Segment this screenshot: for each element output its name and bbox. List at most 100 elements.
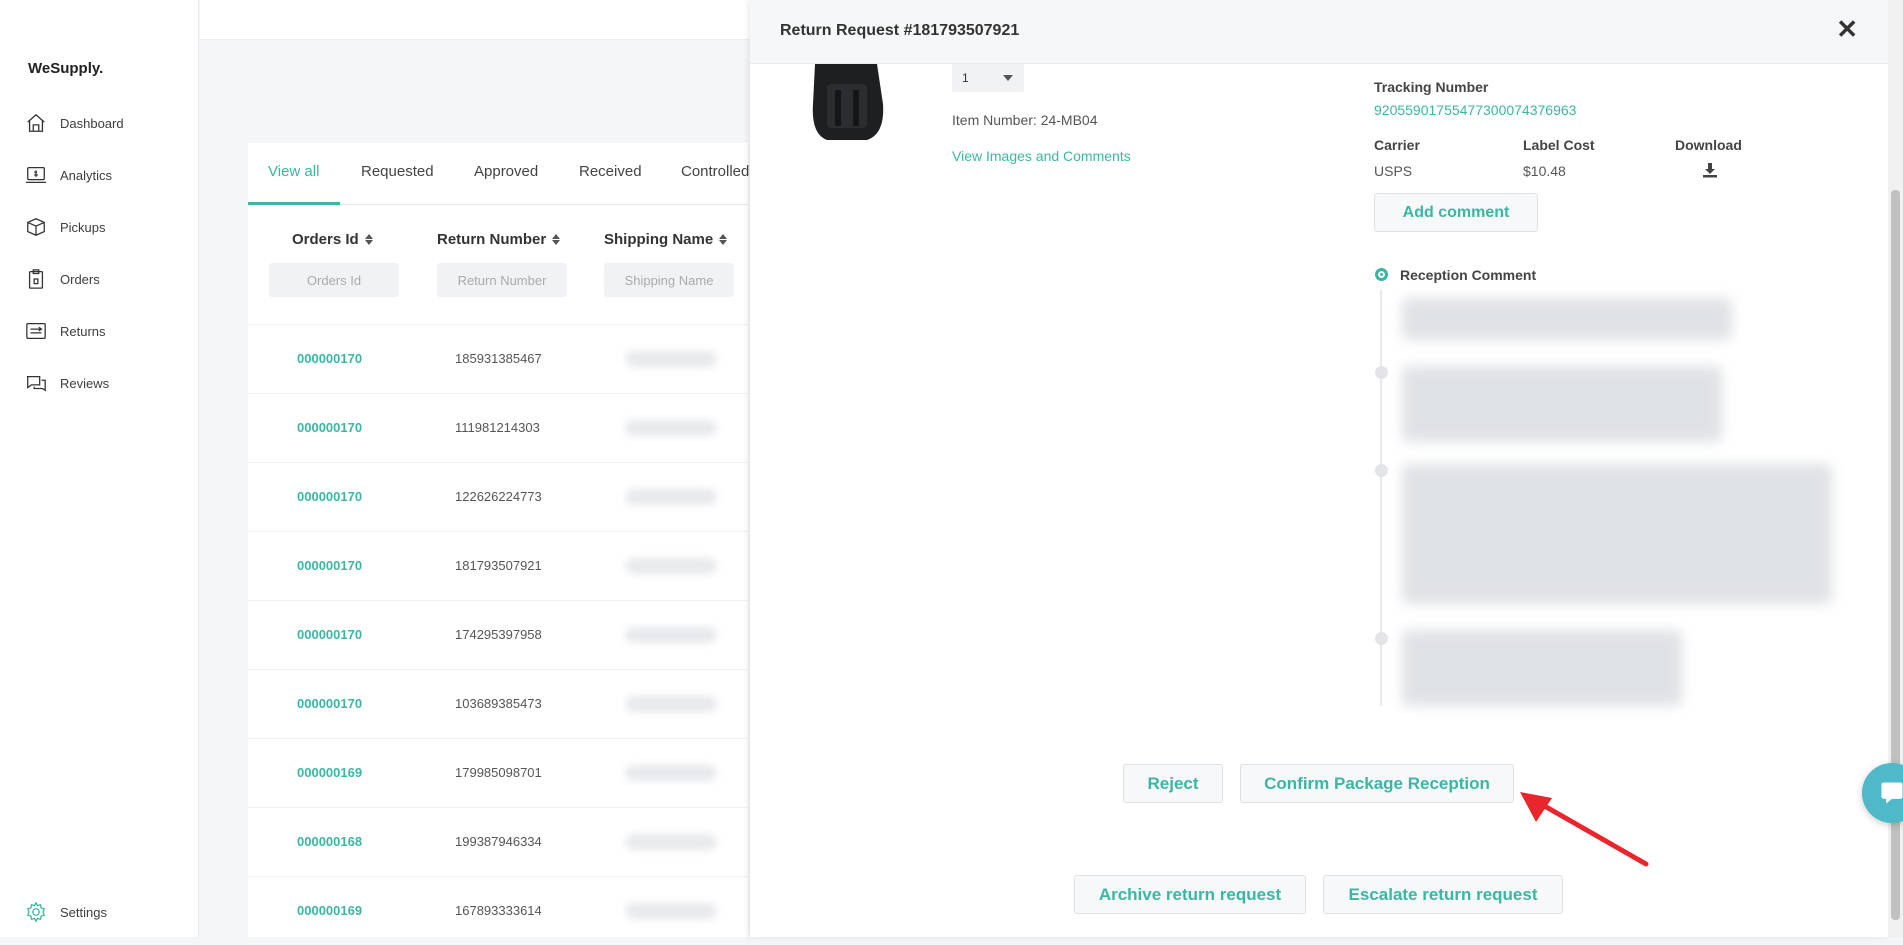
sidebar-item-label: Settings — [60, 904, 107, 920]
quantity-select[interactable]: 1 — [952, 64, 1024, 92]
redacted-shipping-name — [626, 834, 716, 850]
table-row[interactable]: 000000169 167893333614 — [248, 876, 748, 945]
timeline-dot-active — [1375, 268, 1388, 281]
add-comment-button[interactable]: Add comment — [1374, 193, 1538, 232]
table-row[interactable]: 000000168 199387946334 — [248, 807, 748, 876]
sidebar-item-label: Analytics — [60, 167, 113, 183]
redacted-shipping-name — [626, 627, 716, 643]
return-number-filter[interactable] — [437, 263, 567, 297]
tab-bar: View all Requested Approved Received Con… — [248, 143, 749, 205]
column-header-shipping-name[interactable]: Shipping Name — [604, 231, 728, 248]
table-row[interactable]: 000000169 179985098701 — [248, 738, 748, 807]
sidebar-item-label: Returns — [60, 323, 106, 339]
reject-button[interactable]: Reject — [1123, 764, 1223, 803]
table-row[interactable]: 000000170 174295397958 — [248, 600, 748, 669]
escalate-return-request-button[interactable]: Escalate return request — [1323, 875, 1563, 914]
redacted-shipping-name — [626, 696, 716, 712]
download-icon[interactable] — [1702, 162, 1718, 178]
redacted-shipping-name — [626, 765, 716, 781]
carrier-label: Carrier — [1374, 137, 1420, 153]
column-header-return-number[interactable]: Return Number — [437, 231, 561, 248]
returns-icon — [24, 319, 48, 343]
column-header-orders-id[interactable]: Orders Id — [292, 231, 373, 248]
archive-return-request-button[interactable]: Archive return request — [1074, 875, 1306, 914]
sidebar-item-dashboard[interactable]: Dashboard — [24, 110, 124, 136]
panel-title: Return Request #181793507921 — [780, 22, 1020, 39]
top-bar — [200, 0, 760, 40]
sidebar-item-reviews[interactable]: Reviews — [24, 370, 109, 396]
chat-bubble-icon — [1881, 782, 1903, 804]
tab-controlled[interactable]: Controlled — [681, 163, 749, 180]
return-number: 167893333614 — [455, 903, 542, 918]
return-number: 111981214303 — [455, 420, 540, 435]
sort-icon — [552, 234, 561, 245]
sidebar-item-returns[interactable]: Returns — [24, 318, 106, 344]
order-id-link[interactable]: 000000170 — [297, 696, 362, 711]
table-row[interactable]: 000000170 185931385467 — [248, 324, 748, 393]
tracking-number-label: Tracking Number — [1374, 79, 1489, 95]
returns-list: View all Requested Approved Received Con… — [248, 143, 749, 937]
order-id-link[interactable]: 000000170 — [297, 489, 362, 504]
column-header-label: Shipping Name — [604, 231, 714, 248]
sidebar-item-label: Pickups — [60, 219, 106, 235]
tracking-number-link[interactable]: 9205590175547730007437696​3 — [1374, 102, 1576, 118]
analytics-icon — [24, 163, 48, 187]
chevron-down-icon — [1003, 75, 1013, 81]
return-number: 174295397958 — [455, 627, 542, 642]
table-row[interactable]: 000000170 111981214303 — [248, 393, 748, 462]
orders-id-filter[interactable] — [269, 263, 399, 297]
timeline-dot — [1375, 464, 1388, 477]
view-images-link[interactable]: View Images and Comments — [952, 148, 1131, 164]
sidebar-item-label: Orders — [60, 271, 100, 287]
sidebar-item-settings[interactable]: Settings — [24, 899, 107, 925]
redacted-shipping-name — [626, 489, 716, 505]
table-row[interactable]: 000000170 122626224773 — [248, 462, 748, 531]
order-id-link[interactable]: 000000168 — [297, 834, 362, 849]
redacted-shipping-name — [626, 420, 716, 436]
order-id-link[interactable]: 000000170 — [297, 558, 362, 573]
table-row[interactable]: 000000170 103689385473 — [248, 669, 748, 738]
home-icon — [24, 111, 48, 135]
sidebar-item-label: Reviews — [60, 375, 110, 391]
gear-icon — [24, 900, 48, 924]
sidebar-item-pickups[interactable]: Pickups — [24, 214, 106, 240]
panel-header: Return Request #181793507921 ✕ — [750, 0, 1888, 64]
sidebar: WeSupply. Dashboard Analytics Pickups Or… — [0, 0, 199, 937]
sidebar-item-analytics[interactable]: Analytics — [24, 162, 112, 188]
close-icon[interactable]: ✕ — [1836, 16, 1858, 42]
redacted-comment — [1402, 298, 1732, 340]
return-number: 122626224773 — [455, 489, 542, 504]
chat-icon — [24, 371, 48, 395]
tab-received[interactable]: Received — [579, 163, 642, 180]
confirm-package-reception-button[interactable]: Confirm Package Reception — [1240, 764, 1514, 803]
sidebar-item-orders[interactable]: Orders — [24, 266, 100, 292]
box-icon — [24, 215, 48, 239]
redacted-shipping-name — [626, 903, 716, 919]
redacted-shipping-name — [626, 351, 716, 367]
quantity-value: 1 — [962, 71, 969, 85]
label-cost-label: Label Cost — [1523, 137, 1595, 153]
tab-view-all[interactable]: View all — [268, 163, 319, 180]
active-tab-indicator — [248, 202, 340, 205]
brand-logo: WeSupply. — [28, 60, 104, 77]
order-id-link[interactable]: 000000170 — [297, 351, 362, 366]
sidebar-item-label: Dashboard — [60, 115, 124, 131]
column-header-label: Orders Id — [292, 231, 359, 248]
item-number: Item Number: 24-MB04 — [952, 112, 1098, 128]
tab-approved[interactable]: Approved — [474, 163, 538, 180]
tab-requested[interactable]: Requested — [361, 163, 434, 180]
sort-icon — [719, 234, 728, 245]
order-id-link[interactable]: 000000170 — [297, 420, 362, 435]
shipping-name-filter[interactable] — [604, 263, 734, 297]
order-id-link[interactable]: 000000169 — [297, 765, 362, 780]
order-id-link[interactable]: 000000169 — [297, 903, 362, 918]
download-label: Download — [1675, 137, 1742, 153]
redacted-comment — [1402, 464, 1832, 604]
sort-icon — [364, 234, 373, 245]
order-id-link[interactable]: 000000170 — [297, 627, 362, 642]
timeline-dot — [1375, 366, 1388, 379]
return-number: 199387946334 — [455, 834, 542, 849]
return-number: 179985098701 — [455, 765, 542, 780]
table-row[interactable]: 000000170 181793507921 — [248, 531, 748, 600]
product-image — [812, 64, 884, 140]
